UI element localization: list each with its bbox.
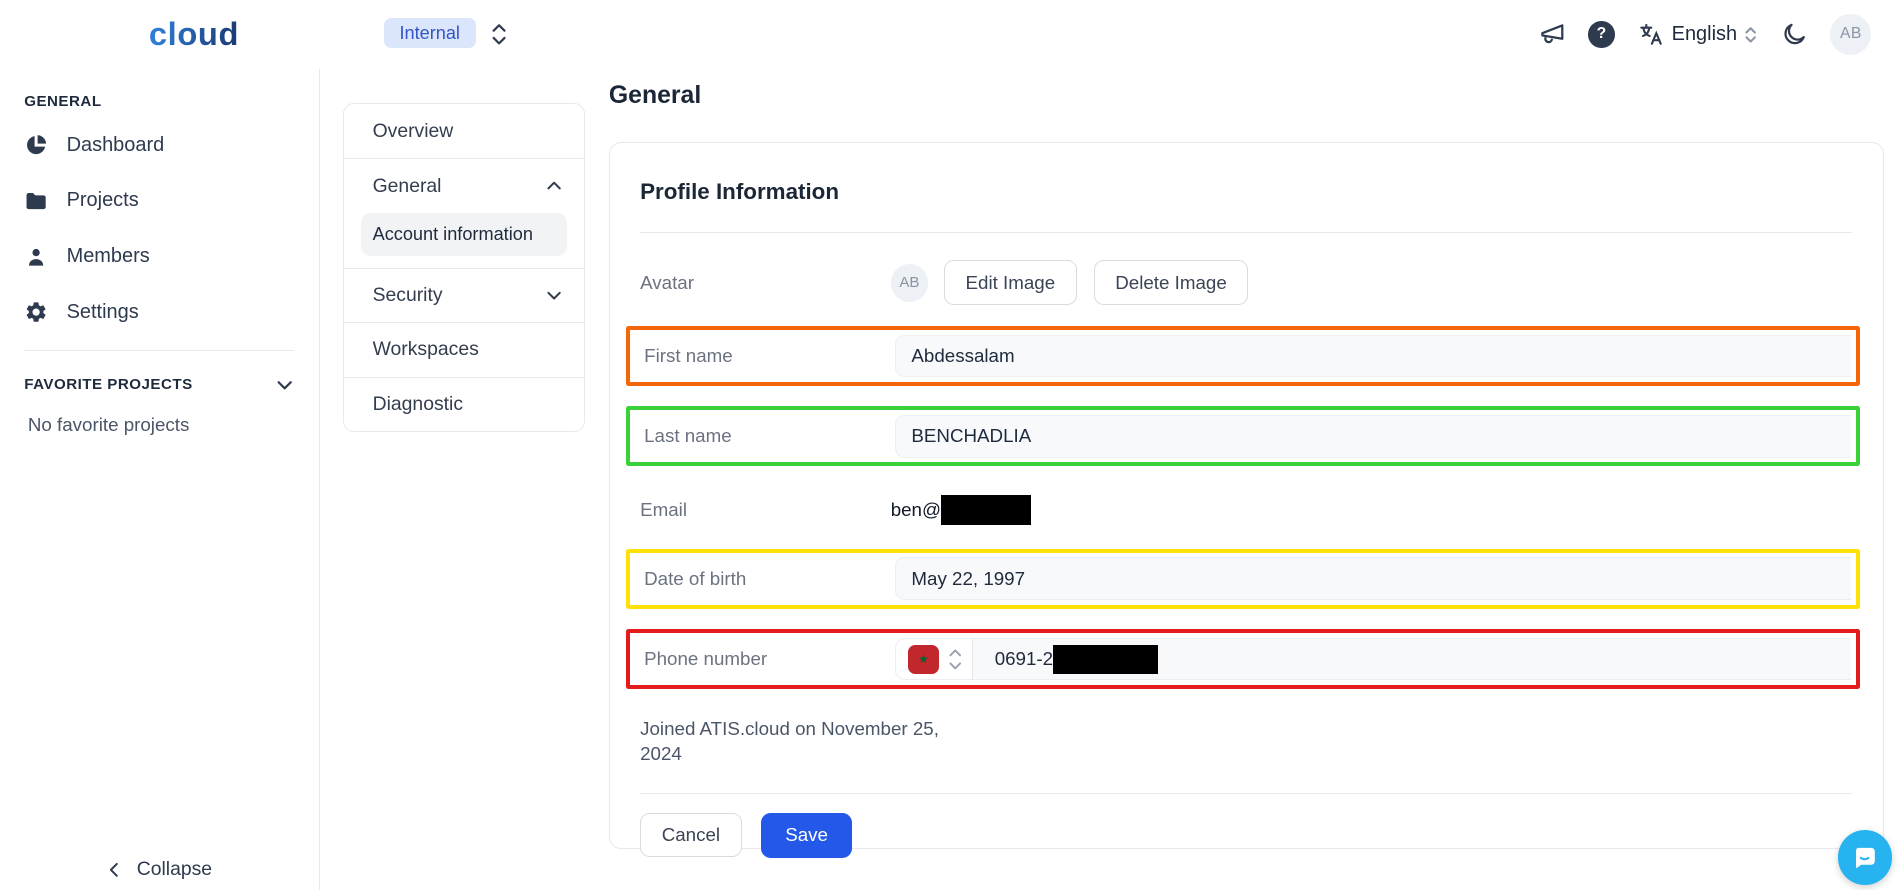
date-of-birth-annotation-box: Date of birth May 22, 1997 (626, 549, 1860, 609)
avatar-label: Avatar (640, 272, 891, 294)
sidebar: GENERAL Dashboard Projects Members Setti… (0, 69, 320, 890)
email-label: Email (640, 499, 891, 521)
chevron-left-icon (106, 862, 122, 878)
sidebar-item-projects[interactable]: Projects (0, 173, 319, 229)
email-row: Email ben@ (640, 492, 1852, 528)
card-title: Profile Information (640, 179, 1852, 205)
collapse-label: Collapse (137, 858, 212, 881)
avatar: AB (891, 264, 929, 302)
top-header: cloud Internal ? English (0, 0, 1898, 69)
chevron-up-icon (545, 177, 563, 195)
date-of-birth-label: Date of birth (634, 568, 894, 590)
nav-item-label: Security (373, 284, 443, 307)
megaphone-icon[interactable] (1539, 21, 1566, 48)
country-code-selector[interactable]: ★ (896, 639, 973, 679)
sidebar-divider (24, 350, 294, 351)
chevron-up-icon (948, 648, 963, 658)
first-name-label: First name (634, 345, 894, 367)
morocco-flag-icon: ★ (908, 645, 939, 674)
translate-icon (1638, 21, 1665, 48)
chevron-down-icon (948, 661, 963, 671)
nav-item-overview[interactable]: Overview (344, 104, 584, 158)
nav-item-label: Overview (373, 120, 454, 143)
nav-item-label: Workspaces (373, 338, 479, 361)
chat-launcher-button[interactable] (1838, 830, 1892, 884)
favorite-projects-header[interactable]: FAVORITE PROJECTS (24, 375, 294, 394)
last-name-annotation-box: Last name BENCHADLIA (626, 406, 1860, 466)
save-button[interactable]: Save (761, 813, 852, 859)
user-avatar[interactable]: AB (1830, 14, 1871, 55)
last-name-input[interactable]: BENCHADLIA (895, 415, 1851, 457)
header-actions: ? English AB (1539, 0, 1872, 69)
nav-item-security[interactable]: Security (344, 268, 584, 322)
delete-image-button[interactable]: Delete Image (1094, 260, 1249, 305)
last-name-label: Last name (634, 425, 894, 447)
phone-redaction (1053, 645, 1158, 674)
card-footer-buttons: Cancel Save (640, 813, 1852, 859)
phone-annotation-box: Phone number ★ 0691-2 (626, 629, 1860, 689)
sidebar-item-members[interactable]: Members (0, 229, 319, 285)
nav-subsection-general: Account information (344, 213, 584, 268)
folder-icon (24, 189, 48, 213)
app-logo[interactable]: cloud (149, 15, 239, 53)
language-selector[interactable]: English (1638, 21, 1758, 48)
nav-item-label: General (373, 175, 442, 198)
email-prefix: ben@ (891, 499, 941, 521)
help-icon[interactable]: ? (1588, 21, 1615, 48)
card-title-divider (640, 232, 1852, 233)
nav-item-label: Diagnostic (373, 393, 463, 416)
nav-item-workspaces[interactable]: Workspaces (344, 322, 584, 376)
person-icon (24, 245, 48, 269)
sidebar-item-label: Dashboard (67, 134, 165, 157)
card-footer-divider (640, 793, 1852, 794)
cancel-button[interactable]: Cancel (640, 813, 742, 858)
chat-bubble-icon (1850, 843, 1879, 872)
email-value: ben@ (891, 495, 1031, 525)
profile-information-card: Profile Information Avatar AB Edit Image… (609, 142, 1884, 849)
edit-image-button[interactable]: Edit Image (944, 260, 1077, 305)
chevron-updown-icon (1744, 24, 1757, 46)
sidebar-collapse-button[interactable]: Collapse (0, 858, 319, 881)
gear-icon (24, 300, 48, 324)
country-stepper[interactable] (948, 648, 963, 671)
phone-label: Phone number (634, 648, 894, 670)
dark-mode-moon-icon[interactable] (1781, 21, 1808, 48)
sidebar-item-label: Settings (67, 301, 139, 324)
app-window: cloud Internal ? English (0, 0, 1898, 890)
email-redaction (941, 495, 1031, 525)
sidebar-item-label: Projects (67, 189, 139, 212)
chevron-down-icon (545, 286, 563, 304)
joined-date-text: Joined ATIS.cloud on November 25, 2024 (640, 716, 943, 767)
favorite-projects-label: FAVORITE PROJECTS (24, 376, 192, 393)
phone-prefix: 0691-2 (995, 648, 1053, 670)
workspace-selector-icon[interactable] (490, 21, 508, 48)
nav-item-diagnostic[interactable]: Diagnostic (344, 377, 584, 431)
favorites-empty-text: No favorite projects (28, 414, 319, 436)
workspace-badge[interactable]: Internal (384, 18, 476, 48)
chevron-down-icon (275, 375, 294, 394)
sidebar-item-settings[interactable]: Settings (0, 284, 319, 340)
sidebar-item-dashboard[interactable]: Dashboard (0, 117, 319, 173)
phone-value: 0691-2 (973, 645, 1158, 674)
nav-item-general[interactable]: General (344, 158, 584, 212)
language-label: English (1672, 23, 1738, 46)
first-name-input[interactable]: Abdessalam (895, 335, 1851, 377)
phone-input[interactable]: ★ 0691-2 (895, 638, 1851, 680)
sidebar-section-general: GENERAL (24, 93, 318, 110)
pie-chart-icon (24, 133, 48, 157)
avatar-row: Avatar AB Edit Image Delete Image (640, 260, 1852, 305)
first-name-annotation-box: First name Abdessalam (626, 326, 1860, 386)
date-of-birth-input[interactable]: May 22, 1997 (895, 557, 1851, 599)
page-title: General (609, 82, 701, 110)
sidebar-item-label: Members (67, 245, 150, 268)
settings-nav: Overview General Account information Sec… (343, 103, 585, 432)
nav-item-account-information[interactable]: Account information (361, 213, 567, 256)
